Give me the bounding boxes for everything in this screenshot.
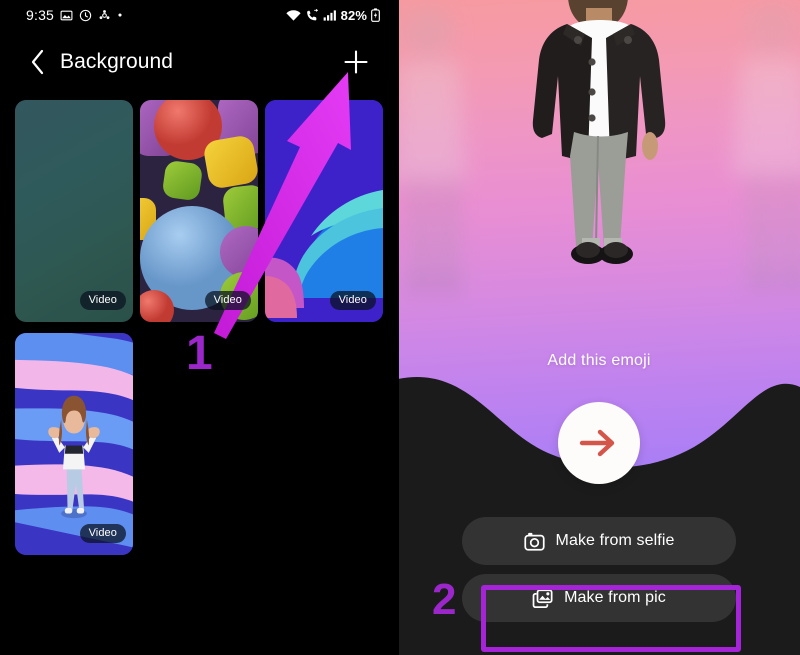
make-from-pic-button[interactable]: Make from pic	[462, 574, 736, 622]
annotation-step-1: 1	[186, 327, 213, 380]
status-bar-right: 82%	[286, 8, 380, 23]
back-button[interactable]	[20, 42, 54, 82]
page-title: Background	[60, 50, 174, 73]
background-thumbnail[interactable]: Video	[15, 100, 133, 322]
status-bar: 9:35 82%	[0, 0, 398, 30]
call-forward-icon	[305, 8, 319, 22]
camera-icon	[523, 532, 545, 551]
tutorial-screenshot: 9:35 82% Background Video Video Video Vi…	[0, 0, 800, 655]
make-from-selfie-button[interactable]: Make from selfie	[462, 517, 736, 565]
battery-percent-label: 82%	[340, 7, 367, 23]
video-badge: Video	[79, 291, 126, 310]
app-title-bar: Background	[0, 38, 398, 86]
background-thumbnail[interactable]: Video	[15, 333, 133, 555]
plus-icon	[344, 50, 368, 74]
swirl-avatar-artwork	[15, 333, 133, 555]
settings-gear-icon	[98, 9, 111, 22]
video-badge: Video	[329, 291, 376, 310]
status-bar-left: 9:35	[26, 7, 123, 23]
arrow-right-icon	[579, 429, 615, 457]
battery-icon	[371, 8, 380, 22]
left-phone-panel: 9:35 82% Background Video Video Video Vi…	[0, 0, 398, 655]
next-button[interactable]	[558, 402, 640, 484]
creation-options-list: Make from selfie Make from pic	[398, 517, 800, 652]
status-time: 9:35	[26, 7, 55, 23]
annotation-step-2: 2	[432, 575, 457, 624]
add-background-button[interactable]	[336, 42, 376, 82]
dot-icon	[117, 12, 123, 18]
background-thumbnail[interactable]: Video	[265, 100, 383, 322]
blue-abstract-artwork	[265, 100, 383, 322]
video-badge: Video	[204, 291, 251, 310]
panel-divider	[397, 0, 399, 655]
shapes-artwork	[140, 100, 258, 322]
background-thumbnail[interactable]: Video	[140, 100, 258, 322]
picture-icon	[532, 588, 553, 608]
emoji-preview-stage: Add this emoji	[398, 0, 800, 505]
clock-icon	[79, 9, 92, 22]
photo-icon	[60, 9, 73, 22]
signal-bars-icon	[323, 9, 337, 22]
make-from-selfie-label: Make from selfie	[555, 532, 675, 549]
make-from-pic-label: Make from pic	[564, 589, 666, 606]
chevron-left-icon	[31, 49, 43, 75]
right-phone-panel: Add this emoji Make from selfie Make fro…	[398, 0, 800, 655]
avatar-preview	[474, 0, 724, 330]
ar-emoji-avatar	[532, 0, 666, 264]
video-badge: Video	[79, 524, 126, 543]
wifi-icon	[286, 9, 301, 22]
